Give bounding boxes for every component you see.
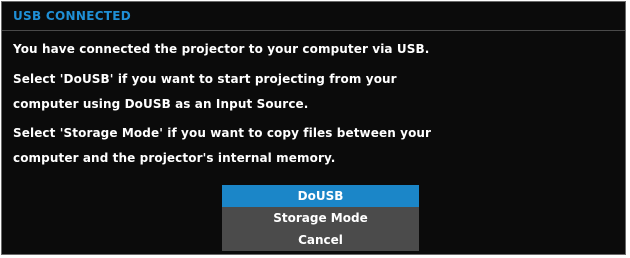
cancel-option[interactable]: Cancel <box>222 229 419 251</box>
message-line-5: computer and the projector's internal me… <box>13 151 336 165</box>
options-menu: DoUSB Storage Mode Cancel <box>222 185 419 251</box>
usb-connected-dialog: USB CONNECTED You have connected the pro… <box>1 1 626 255</box>
message-line-1: You have connected the projector to your… <box>13 42 430 56</box>
title-divider <box>2 30 625 31</box>
message-line-4: Select 'Storage Mode' if you want to cop… <box>13 126 432 140</box>
message-line-2: Select 'DoUSB' if you want to start proj… <box>13 72 397 86</box>
storage-mode-option[interactable]: Storage Mode <box>222 207 419 229</box>
dousb-option[interactable]: DoUSB <box>222 185 419 207</box>
message-line-3: computer using DoUSB as an Input Source. <box>13 97 309 111</box>
dialog-title: USB CONNECTED <box>13 9 132 23</box>
